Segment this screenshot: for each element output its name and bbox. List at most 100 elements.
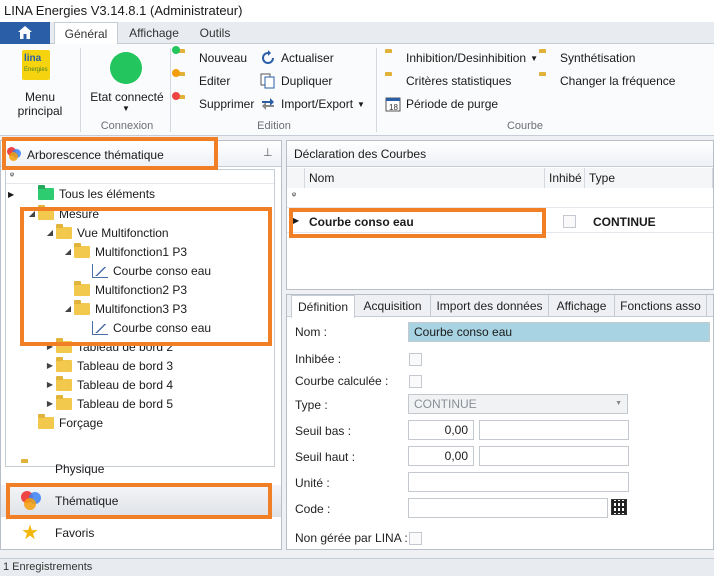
tree-item-tableau-2[interactable]: ▶ Tableau de bord 2 <box>44 337 173 356</box>
chevron-down-icon: ▼ <box>122 104 130 113</box>
import-export-icon <box>260 96 276 112</box>
label-inhibee: Inhibée : <box>295 352 342 366</box>
tree-item-label: Multifonction2 P3 <box>95 282 188 297</box>
cell-inhibe-checkbox[interactable] <box>563 215 576 228</box>
tab-affichage-detail[interactable]: Affichage <box>549 295 615 317</box>
non-geree-checkbox[interactable] <box>409 532 422 545</box>
left-panel-header: Arborescence thématique ⊥ <box>1 141 281 167</box>
column-header-inhibe[interactable]: Inhibé <box>545 168 585 188</box>
group-label-courbe: Courbe <box>506 120 544 132</box>
tree-filter-row[interactable]: ᵠ <box>6 170 274 184</box>
editer-button[interactable]: Editer <box>172 69 231 89</box>
tab-general[interactable]: Général <box>54 22 118 45</box>
pin-icon[interactable]: ⊥ <box>263 146 273 159</box>
folder-add-icon <box>172 46 194 66</box>
expand-arrow-icon[interactable]: ▶ <box>44 342 56 351</box>
nouveau-button[interactable]: Nouveau <box>172 46 248 66</box>
tree-item-courbe-2[interactable]: Courbe conso eau <box>80 318 211 337</box>
inhibee-checkbox[interactable] <box>409 353 422 366</box>
tree-item-tableau-3[interactable]: ▶ Tableau de bord 3 <box>44 356 173 375</box>
actualiser-button[interactable]: Actualiser <box>260 50 334 66</box>
folder-icon <box>56 337 72 353</box>
collapse-arrow-icon[interactable]: ◢ <box>26 209 38 218</box>
thematic-tree-panel: Arborescence thématique ⊥ ᵠ ▶ Tous les é… <box>0 140 282 550</box>
column-header-nom[interactable]: Nom <box>305 168 545 188</box>
synthetisation-button[interactable]: Synthétisation <box>539 50 635 66</box>
group-label-connexion: Connexion <box>100 120 154 132</box>
thematic-icon <box>7 147 21 161</box>
code-field[interactable] <box>408 498 608 518</box>
folder-icon <box>38 413 54 429</box>
editer-label: Editer <box>199 74 231 88</box>
tree-item-vue-multifonction[interactable]: ◢ Vue Multifonction <box>44 223 169 242</box>
window-title: LINA Energies V3.14.8.1 (Administrateur) <box>0 0 714 22</box>
etat-connecte-button[interactable]: Etat connecté ▼ <box>88 48 166 113</box>
changer-frequence-button[interactable]: Changer la fréquence <box>539 73 675 89</box>
expand-arrow-icon[interactable]: ▶ <box>44 380 56 389</box>
import-export-button[interactable]: Import/Export ▼ <box>260 96 365 112</box>
tree-item-multifonction3[interactable]: ◢ Multifonction3 P3 <box>62 299 187 318</box>
expand-arrow-icon[interactable]: ▶ <box>44 399 56 408</box>
tree-item-tableau-5[interactable]: ▶ Tableau de bord 5 <box>44 394 173 413</box>
tree-item-tableau-4[interactable]: ▶ Tableau de bord 4 <box>44 375 173 394</box>
supprimer-button[interactable]: Supprimer <box>172 92 254 112</box>
group-label-edition: Edition <box>257 120 291 132</box>
tab-import-donnees[interactable]: Import des données <box>431 295 549 317</box>
tree-item-forcage[interactable]: Forçage <box>26 413 103 432</box>
type-select[interactable]: CONTINUE ▼ <box>408 394 628 414</box>
left-panel-title: Arborescence thématique <box>27 148 164 162</box>
tab-outils[interactable]: Outils <box>190 22 240 44</box>
expand-arrow-icon[interactable]: ▶ <box>44 361 56 370</box>
tab-acquisition[interactable]: Acquisition <box>355 295 431 317</box>
seuil-bas-field[interactable]: 0,00 <box>408 420 474 440</box>
nav-label: Thématique <box>55 494 119 508</box>
nav-thematique[interactable]: Thématique <box>1 485 281 517</box>
label-courbe-calculee: Courbe calculée : <box>295 374 389 388</box>
nav-physique[interactable]: Physique <box>1 453 281 485</box>
cell-type: CONTINUE <box>593 215 656 229</box>
tab-affichage[interactable]: Affichage <box>122 22 186 44</box>
label-type: Type : <box>295 398 328 412</box>
criteres-statistiques-button[interactable]: Critères statistiques <box>385 73 511 89</box>
tree-item-label: Courbe conso eau <box>113 320 212 335</box>
nav-favoris[interactable]: ★ Favoris <box>1 517 281 549</box>
collapse-arrow-icon[interactable]: ◢ <box>62 304 74 313</box>
seuil-haut-field[interactable]: 0,00 <box>408 446 474 466</box>
seuil-haut-extra-field[interactable] <box>479 446 629 466</box>
folder-icon <box>539 50 555 66</box>
ribbon-tab-row: Général Affichage Outils <box>0 22 714 45</box>
tree-item-courbe-1[interactable]: Courbe conso eau <box>80 261 211 280</box>
tree-item-tous[interactable]: Tous les éléments <box>26 184 155 203</box>
tree-item-multifonction1[interactable]: ◢ Multifonction1 P3 <box>62 242 187 261</box>
collapse-arrow-icon[interactable]: ◢ <box>44 228 56 237</box>
folder-icon <box>385 50 401 66</box>
qr-code-icon[interactable] <box>611 499 627 515</box>
column-header-type[interactable]: Type <box>585 168 713 188</box>
folder-icon <box>38 184 54 200</box>
tree-item-mesure[interactable]: ◢ Mesure <box>26 204 99 223</box>
grid-filter-row[interactable]: ᵠ <box>287 188 713 208</box>
seuil-bas-extra-field[interactable] <box>479 420 629 440</box>
periode-purge-button[interactable]: 18 Période de purge <box>385 96 498 112</box>
tab-fonctions-asso[interactable]: Fonctions asso <box>615 295 707 317</box>
menu-principal-button[interactable]: lina Energies Menu principal <box>4 50 74 118</box>
tree-item-label: Tableau de bord 2 <box>77 339 174 354</box>
table-row[interactable]: ▶ Courbe conso eau CONTINUE <box>287 211 713 233</box>
dupliquer-button[interactable]: Dupliquer <box>260 73 332 89</box>
thematic-icon <box>21 491 45 511</box>
folder-delete-icon <box>172 92 194 112</box>
collapse-arrow-icon[interactable]: ◢ <box>62 247 74 256</box>
tab-definition[interactable]: Définition <box>291 295 355 318</box>
nom-field[interactable]: Courbe conso eau <box>408 322 710 342</box>
cell-nom: Courbe conso eau <box>309 215 414 229</box>
home-button[interactable] <box>0 22 50 44</box>
tree-item-multifonction2[interactable]: Multifonction2 P3 <box>62 280 187 299</box>
unite-field[interactable] <box>408 472 629 492</box>
nouveau-label: Nouveau <box>199 51 248 65</box>
tree-item-label: Mesure <box>59 206 100 221</box>
tree-selector-column: ▶ <box>8 190 15 199</box>
tree-item-label: Tableau de bord 3 <box>77 358 174 373</box>
inhibition-button[interactable]: Inhibition/Desinhibition ▼ <box>385 50 538 66</box>
chevron-down-icon: ▼ <box>615 400 622 407</box>
courbe-calculee-checkbox[interactable] <box>409 375 422 388</box>
